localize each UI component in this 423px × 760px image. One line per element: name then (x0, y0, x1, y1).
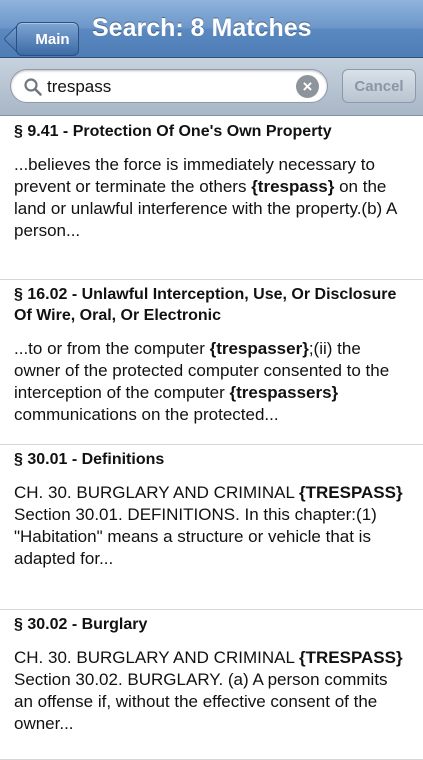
result-row[interactable]: § 30.02 - Burglary CH. 30. BURGLARY AND C… (0, 610, 423, 760)
result-title: § 30.02 - Burglary (14, 616, 148, 633)
result-row[interactable]: § 9.41 - Protection Of One's Own Propert… (0, 117, 423, 280)
result-row[interactable]: § 16.02 - Unlawful Interception, Use, Or… (0, 280, 423, 445)
result-snippet: CH. 30. BURGLARY AND CRIMINAL {TRESPASS}… (14, 647, 409, 735)
result-title: § 30.01 - Definitions (14, 451, 165, 468)
match-highlight: {trespassers} (229, 383, 339, 402)
match-highlight: {TRESPASS} (299, 483, 403, 502)
result-title: § 16.02 - Unlawful Interception, Use, Or… (14, 286, 397, 324)
navigation-bar: Main Search: 8 Matches (0, 0, 423, 58)
search-input[interactable] (47, 74, 287, 100)
search-field[interactable]: × (10, 69, 328, 103)
snippet-text: Section 30.02. BURGLARY. (a) A person co… (14, 670, 388, 733)
match-highlight: {trespass} (251, 177, 335, 196)
snippet-text: Section 30.01. DEFINITIONS. In this chap… (14, 505, 377, 568)
results-list: § 9.41 - Protection Of One's Own Propert… (0, 117, 423, 760)
page-title: Search: 8 Matches (92, 14, 312, 42)
snippet-text: communications on the protected... (14, 405, 279, 424)
search-bar: × Cancel (0, 58, 423, 116)
back-button[interactable]: Main (16, 22, 79, 56)
result-snippet: CH. 30. BURGLARY AND CRIMINAL {TRESPASS}… (14, 482, 409, 570)
cancel-button[interactable]: Cancel (342, 69, 416, 103)
snippet-text: CH. 30. BURGLARY AND CRIMINAL (14, 483, 299, 502)
result-row[interactable]: § 30.01 - Definitions CH. 30. BURGLARY AN… (0, 445, 423, 610)
snippet-text: ...to or from the computer (14, 339, 210, 358)
match-highlight: {trespasser} (209, 339, 309, 358)
clear-icon[interactable]: × (296, 75, 319, 98)
result-snippet: ...believes the force is immediately nec… (14, 154, 409, 242)
result-title: § 9.41 - Protection Of One's Own Propert… (14, 123, 332, 140)
search-icon (24, 78, 42, 96)
match-highlight: {TRESPASS} (299, 648, 403, 667)
snippet-text: CH. 30. BURGLARY AND CRIMINAL (14, 648, 299, 667)
result-snippet: ...to or from the computer {trespasser};… (14, 338, 409, 426)
back-button-wrapper[interactable]: Main (8, 11, 79, 56)
